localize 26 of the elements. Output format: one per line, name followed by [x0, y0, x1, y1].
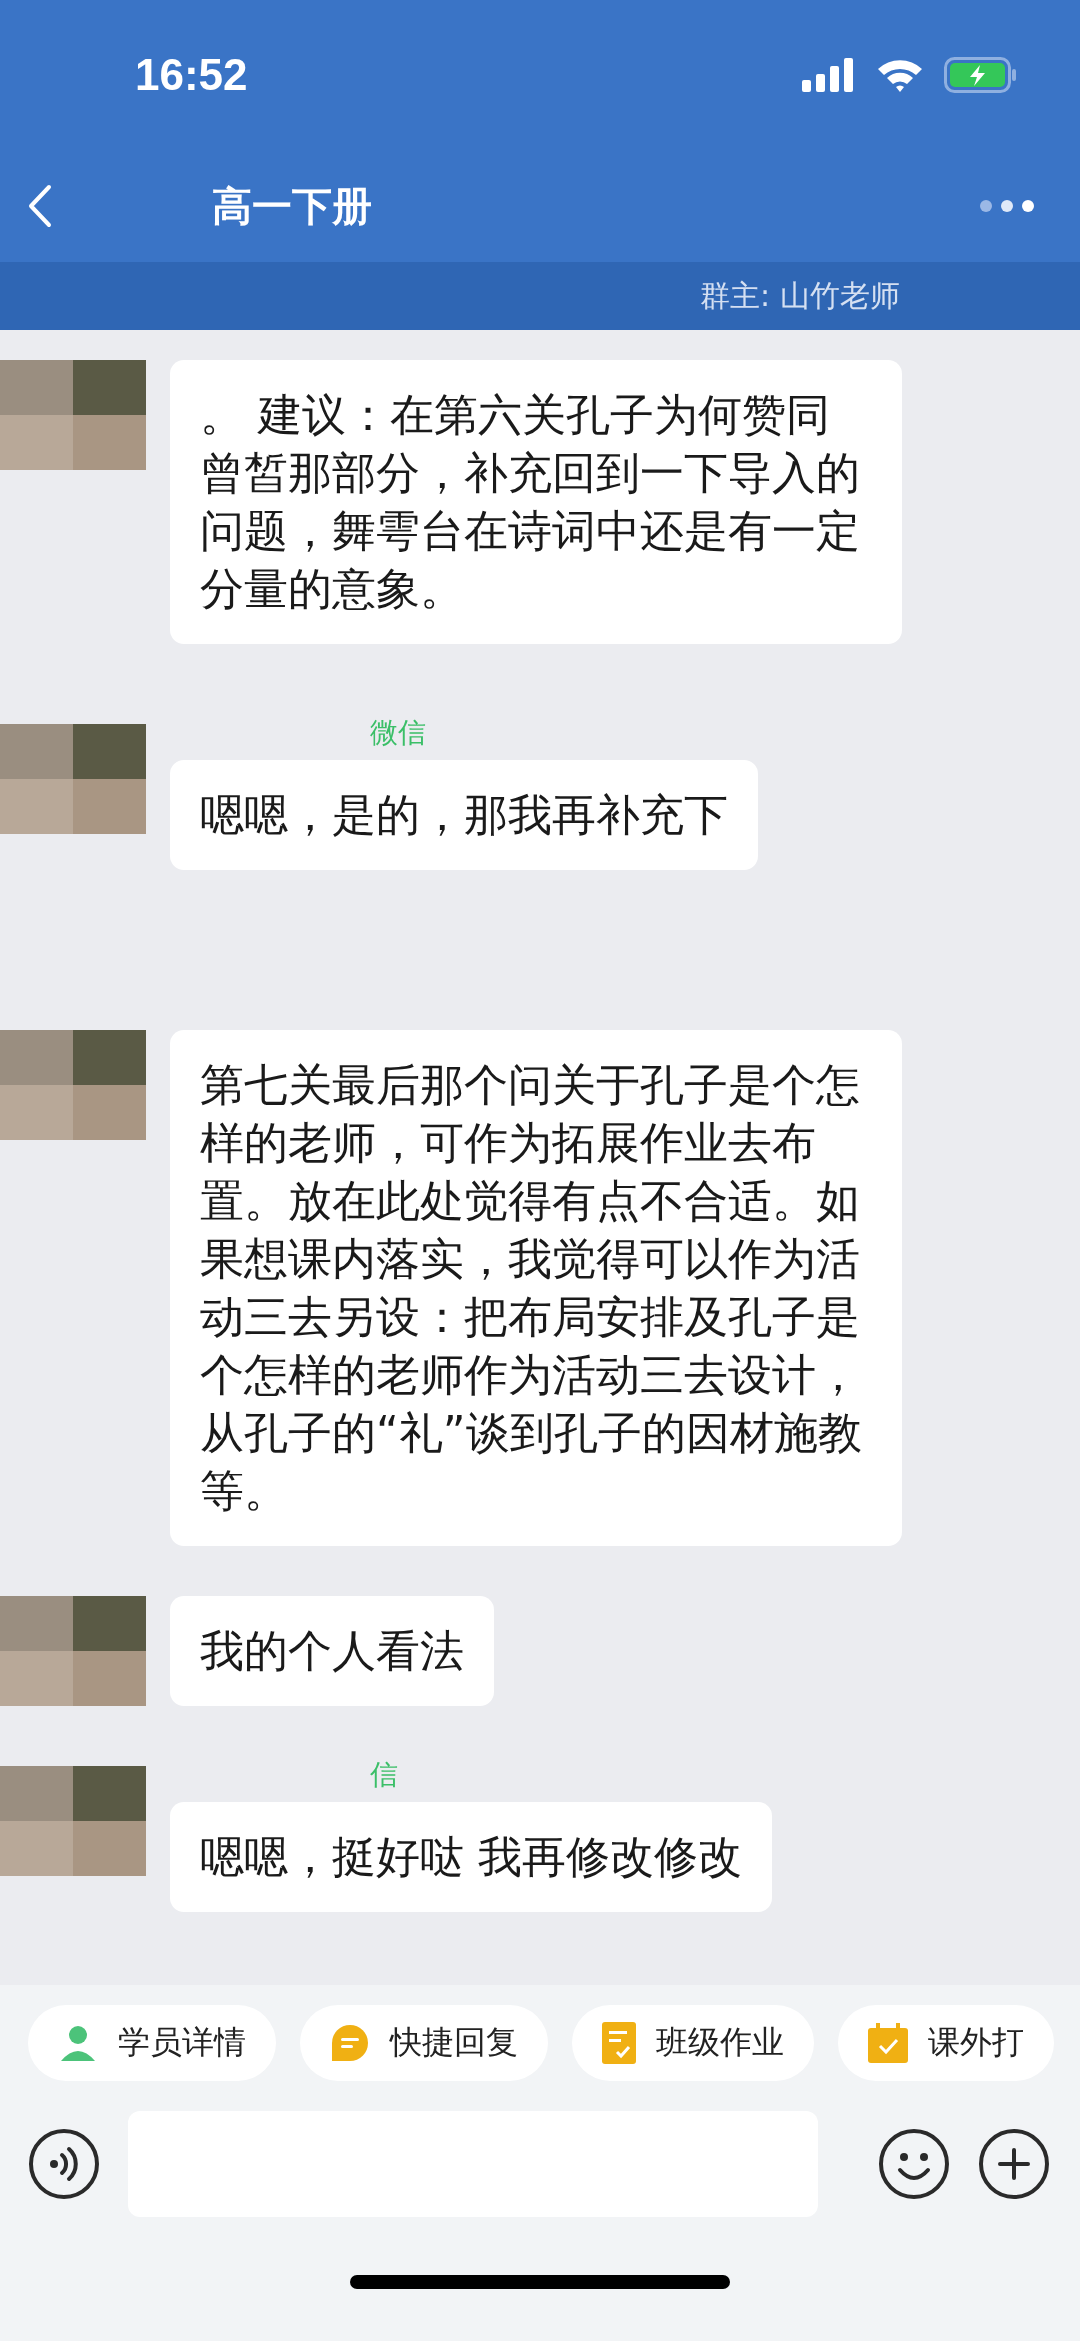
shortcut-chip[interactable]: 班级作业: [572, 2005, 814, 2081]
chat-title: 高一下册: [212, 181, 373, 231]
message-bubble: 我的个人看法: [170, 1596, 494, 1706]
message-bubble: 第七关最后那个问关于孔子是个怎样的老师，可作为拓展作业去布置。放在此处觉得有点不合适。如果想课内落实，我觉得可以作为活动三去另设：把布局安排及孔子是个怎样的老师作为活动三去设计，从孔子的“礼”谈到孔子的因材施教等。: [170, 1030, 902, 1546]
battery-icon: [944, 57, 1018, 93]
document-icon: [602, 2022, 636, 2064]
emoji-icon[interactable]: [878, 2128, 950, 2200]
message-bubble: 。 建议：在第六关孔子为何赞同曾皙那部分，补充回到一下导入的问题，舞雩台在诗词中还是有一定分量的意象。: [170, 360, 902, 644]
shortcut-chip[interactable]: 学员详情: [28, 2005, 276, 2081]
plus-icon[interactable]: [978, 2128, 1050, 2200]
chat-bubble-icon: [330, 2023, 370, 2063]
message-bubble: 嗯嗯，挺好哒 我再修改修改: [170, 1802, 772, 1912]
calendar-icon: [868, 2023, 908, 2063]
message-bubble: 嗯嗯，是的，那我再补充下: [170, 760, 758, 870]
back-icon[interactable]: [28, 184, 52, 228]
shortcut-chip[interactable]: 快捷回复: [300, 2005, 548, 2081]
status-time: 16:52: [135, 50, 248, 100]
group-owner-label: 群主: 山竹老师: [700, 276, 900, 315]
signal-icon: [802, 58, 856, 92]
person-icon: [58, 2023, 98, 2063]
sender-name: 信: [370, 1757, 398, 1793]
shortcut-chip[interactable]: 课外打: [838, 2005, 1054, 2081]
wifi-icon: [876, 57, 924, 93]
more-icon[interactable]: [979, 199, 1035, 213]
sender-name: 微信: [370, 715, 426, 751]
voice-icon[interactable]: [28, 2128, 100, 2200]
